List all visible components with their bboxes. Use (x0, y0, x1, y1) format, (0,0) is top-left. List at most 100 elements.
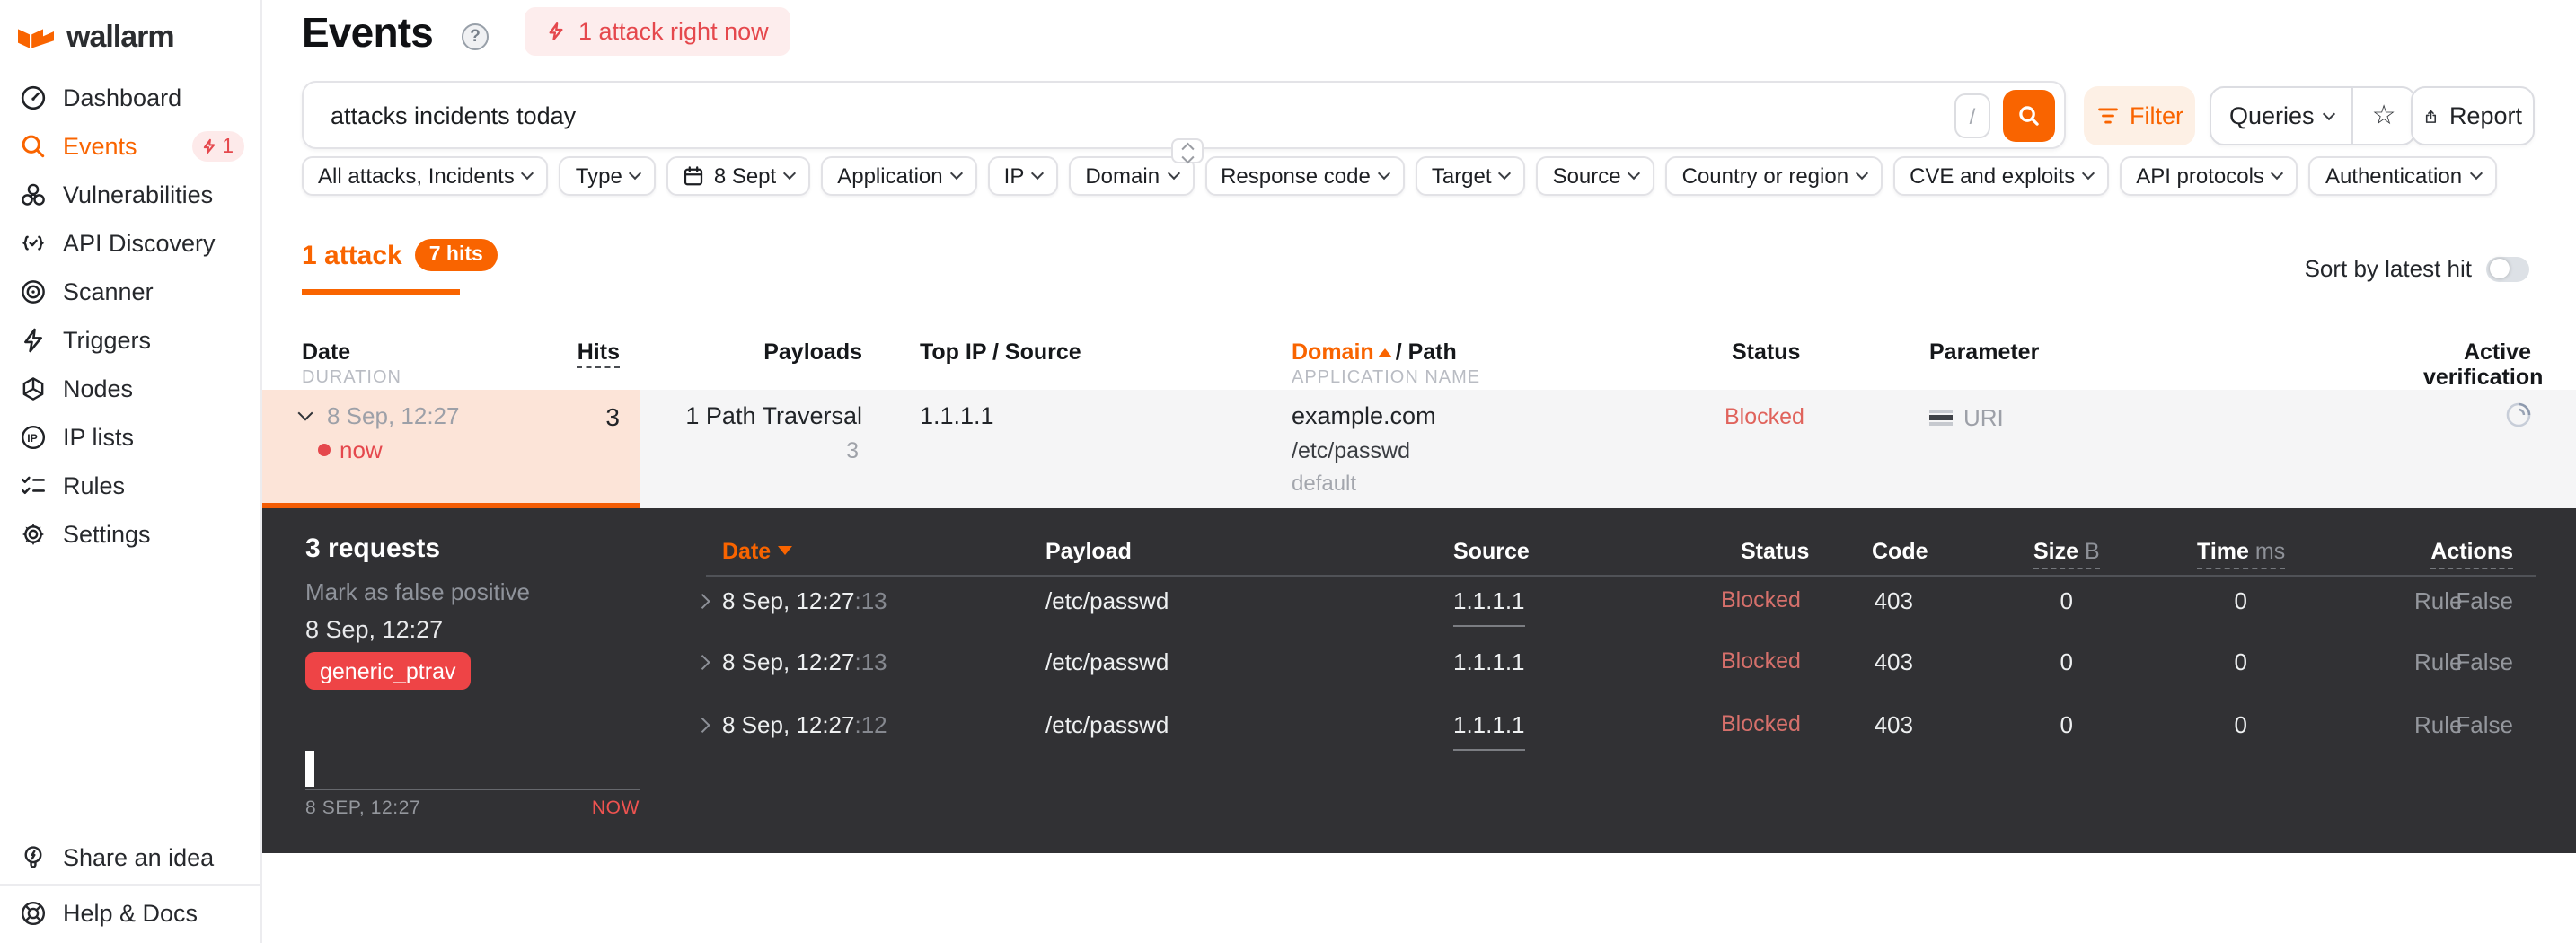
chevron-down-icon (949, 166, 963, 181)
sidebar-item-dashboard[interactable]: Dashboard (0, 74, 260, 122)
sidebar-item-scanner[interactable]: Scanner (0, 268, 260, 316)
wallarm-logo[interactable]: wallarm (16, 20, 175, 56)
help-icon[interactable]: ? (462, 23, 489, 50)
detail-column-source[interactable]: Source (1453, 539, 1530, 564)
sidebar-item-events[interactable]: Events 1 (0, 122, 260, 171)
wallarm-logo-text: wallarm (66, 20, 175, 54)
column-header-payloads[interactable]: Payloads (701, 339, 862, 365)
detail-column-status[interactable]: Status (1741, 539, 1809, 564)
filter-chip-cve[interactable]: CVE and exploits (1893, 156, 2110, 196)
filter-chip-response-code[interactable]: Response code (1204, 156, 1405, 196)
column-header-active-verification[interactable]: Active verification (2423, 339, 2543, 390)
request-source[interactable]: 1.1.1.1 (1453, 711, 1525, 751)
attack-row[interactable]: 8 Sep, 12:27 now 3 1 Path Traversal 3 1.… (262, 390, 2576, 508)
requests-title: 3 requests (305, 533, 441, 564)
sidebar-item-help-docs[interactable]: Help & Docs (0, 886, 260, 939)
request-action-false[interactable]: False (2445, 587, 2513, 614)
sidebar-item-rules[interactable]: Rules (0, 462, 260, 510)
sidebar-item-triggers[interactable]: Triggers (0, 316, 260, 365)
column-subheader-duration: DURATION (302, 368, 401, 388)
chevron-right-icon (694, 655, 710, 670)
request-time: 0 (2234, 587, 2247, 614)
attack-top-ip[interactable]: 1.1.1.1 (920, 402, 994, 429)
search-button[interactable] (2003, 90, 2055, 142)
column-header-status[interactable]: Status (1732, 339, 1800, 365)
filter-chip-target[interactable]: Target (1415, 156, 1526, 196)
sidebar-item-share-an-idea[interactable]: Share an idea (0, 830, 260, 884)
detail-column-time[interactable]: Time ms (2197, 539, 2286, 569)
detail-column-size[interactable]: Size B (2033, 539, 2100, 569)
favorite-query-button[interactable]: ☆ (2351, 88, 2414, 144)
column-subheader-application-name: APPLICATION NAME (1292, 368, 1481, 388)
sidebar-item-nodes[interactable]: Nodes (0, 365, 260, 413)
attacks-tab[interactable]: 1 attack 7 hits (302, 239, 498, 271)
chevron-down-icon (1855, 166, 1869, 181)
path-label: / Path (1395, 339, 1457, 365)
detail-column-actions[interactable]: Actions (2382, 539, 2513, 569)
search-expand-handle[interactable] (1171, 138, 1204, 163)
request-source[interactable]: 1.1.1.1 (1453, 587, 1525, 627)
filter-chip-country[interactable]: Country or region (1665, 156, 1883, 196)
filter-chip-ip[interactable]: IP (987, 156, 1059, 196)
column-header-hits[interactable]: Hits (539, 339, 620, 368)
filter-chip-api-protocols[interactable]: API protocols (2120, 156, 2298, 196)
request-row[interactable]: 8 Sep, 12:27:12 /etc/passwd 1.1.1.1 Bloc… (262, 711, 2576, 754)
filter-chip-type[interactable]: Type (559, 156, 657, 196)
filter-chip-authentication[interactable]: Authentication (2308, 156, 2497, 196)
active-verification-spinner-icon[interactable] (2504, 401, 2533, 429)
chart-end-label: NOW (591, 798, 640, 819)
column-header-date[interactable]: Date (302, 339, 350, 365)
sidebar-item-label: Help & Docs (63, 899, 198, 926)
queries-dropdown[interactable]: Queries (2211, 88, 2352, 144)
page-title: Events (302, 9, 434, 56)
search-input[interactable] (327, 84, 1800, 145)
attack-parameter: URI (1929, 404, 2004, 431)
request-action-false[interactable]: False (2445, 711, 2513, 738)
column-header-parameter[interactable]: Parameter (1929, 339, 2039, 365)
request-action-false[interactable]: False (2445, 648, 2513, 675)
sidebar-item-ip-lists[interactable]: IP IP lists (0, 413, 260, 462)
hexagon-nodes-icon (18, 375, 47, 403)
export-icon (2425, 109, 2437, 122)
sidebar-item-label: Settings (63, 521, 151, 548)
sidebar-nav: Dashboard Events 1 Vulnerabilities API D… (0, 74, 260, 559)
live-attack-badge[interactable]: 1 attack right now (525, 7, 790, 56)
chevron-down-icon (297, 405, 313, 421)
request-code: 403 (1874, 587, 1913, 614)
filter-chip-source[interactable]: Source (1536, 156, 1655, 196)
detail-column-code[interactable]: Code (1872, 539, 1928, 564)
request-source[interactable]: 1.1.1.1 (1453, 648, 1525, 675)
sidebar: wallarm Dashboard Events 1 Vulnerabiliti… (0, 0, 262, 943)
attack-application: default (1292, 471, 1357, 496)
attack-duration: now (318, 436, 383, 463)
filter-chip-date[interactable]: 8 Sept (666, 156, 811, 196)
sidebar-item-label: Triggers (63, 327, 152, 354)
sidebar-item-label: Share an idea (63, 843, 215, 870)
chevron-down-icon (2468, 166, 2483, 181)
sidebar-item-vulnerabilities[interactable]: Vulnerabilities (0, 171, 260, 219)
detail-column-date[interactable]: Date (722, 539, 793, 564)
sidebar-item-settings[interactable]: Settings (0, 510, 260, 559)
report-button[interactable]: Report (2411, 86, 2535, 145)
detail-column-payload[interactable]: Payload (1045, 539, 1132, 564)
filter-chip-attacks-incidents[interactable]: All attacks, Incidents (302, 156, 549, 196)
calendar-icon (684, 166, 703, 186)
live-attack-badge-label: 1 attack right now (578, 18, 769, 45)
column-header-domain-path[interactable]: Domain / Path (1292, 339, 1457, 365)
search-icon (18, 132, 47, 161)
column-header-top-ip-source[interactable]: Top IP / Source (920, 339, 1081, 365)
request-row[interactable]: 8 Sep, 12:27:13 /etc/passwd 1.1.1.1 Bloc… (262, 587, 2576, 630)
request-row[interactable]: 8 Sep, 12:27:13 /etc/passwd 1.1.1.1 Bloc… (262, 648, 2576, 692)
sort-toggle[interactable] (2486, 256, 2529, 281)
sidebar-item-api-discovery[interactable]: API Discovery (0, 219, 260, 268)
chevron-down-icon (1166, 166, 1180, 181)
braces-check-icon (18, 229, 47, 258)
chevron-down-icon (629, 166, 642, 181)
sort-ascending-icon (1377, 348, 1392, 357)
chevron-down-icon (1181, 150, 1194, 162)
sidebar-item-label: Rules (63, 472, 126, 499)
filter-chip-application[interactable]: Application (821, 156, 977, 196)
filter-button[interactable]: Filter (2084, 86, 2195, 145)
domain-sort-label: Domain (1292, 339, 1374, 365)
chevron-down-icon (1377, 166, 1390, 181)
